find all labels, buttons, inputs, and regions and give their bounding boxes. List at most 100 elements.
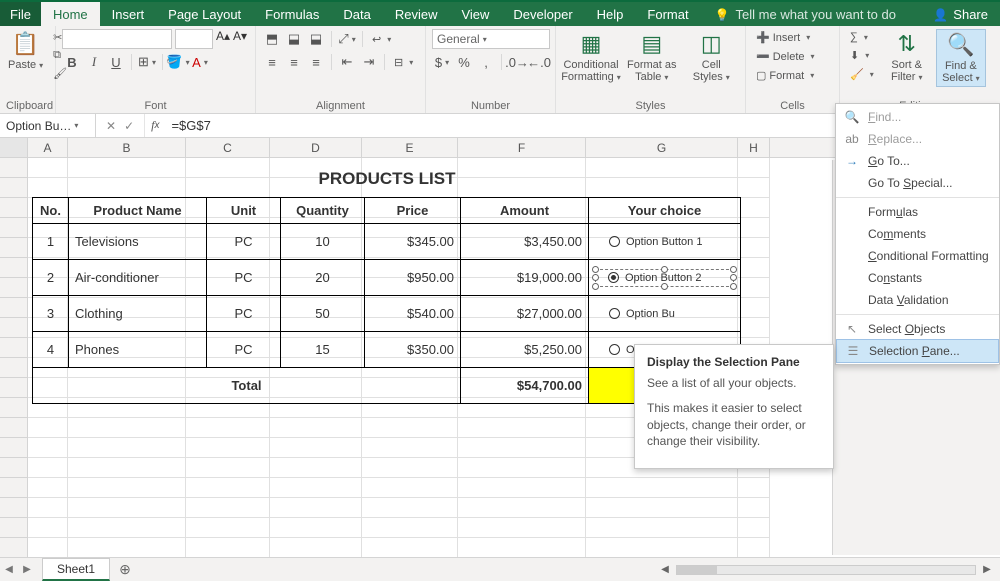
menu-find[interactable]: 🔍Find... bbox=[836, 106, 999, 128]
menu-formulas[interactable]: Formulas bbox=[836, 201, 999, 223]
col-header-D[interactable]: D bbox=[270, 138, 362, 157]
menu-goto-special[interactable]: Go To Special... bbox=[836, 172, 999, 194]
decrease-indent-button[interactable]: ⇤ bbox=[337, 52, 357, 72]
cell-qty[interactable]: 20 bbox=[281, 260, 365, 296]
format-cells-button[interactable]: ▢Format bbox=[752, 67, 819, 84]
cell-unit[interactable]: PC bbox=[207, 260, 281, 296]
cell-qty[interactable]: 15 bbox=[281, 332, 365, 368]
cell-qty[interactable]: 10 bbox=[281, 224, 365, 260]
sheet-nav-next[interactable]: ▶ bbox=[18, 564, 36, 575]
tab-home[interactable]: Home bbox=[41, 2, 100, 26]
add-sheet-button[interactable]: ⊕ bbox=[114, 561, 136, 578]
decrease-decimal-button[interactable]: ←.0 bbox=[529, 52, 549, 72]
paste-button[interactable]: 📋 Paste bbox=[6, 29, 45, 73]
cell-choice[interactable]: Option Button 1 bbox=[589, 224, 741, 260]
cell-no[interactable]: 3 bbox=[33, 296, 69, 332]
sort-filter-button[interactable]: ⇅ Sort &Filter bbox=[882, 29, 932, 85]
percent-button[interactable]: % bbox=[454, 52, 474, 72]
format-as-table-button[interactable]: ▤ Format asTable bbox=[624, 29, 680, 85]
font-color-button[interactable]: A bbox=[190, 52, 210, 72]
col-header-G[interactable]: G bbox=[586, 138, 738, 157]
fx-icon[interactable]: fx bbox=[145, 114, 165, 137]
underline-button[interactable]: U bbox=[106, 52, 126, 72]
wrap-text-button[interactable]: ↩ bbox=[368, 29, 395, 49]
italic-button[interactable]: I bbox=[84, 52, 104, 72]
align-middle-button[interactable]: ⬓ bbox=[284, 29, 304, 49]
insert-cells-button[interactable]: ➕Insert bbox=[752, 29, 819, 46]
border-button[interactable]: ⊞ bbox=[137, 52, 157, 72]
hscroll-track[interactable] bbox=[676, 565, 976, 575]
share-button[interactable]: Share bbox=[921, 2, 1000, 26]
autosum-button[interactable]: ∑ bbox=[846, 29, 878, 45]
tab-insert[interactable]: Insert bbox=[100, 2, 157, 26]
tab-file[interactable]: File bbox=[0, 2, 41, 26]
cell-unit[interactable]: PC bbox=[207, 224, 281, 260]
cell-styles-button[interactable]: ◫ CellStyles bbox=[684, 29, 740, 85]
font-name[interactable] bbox=[62, 29, 172, 49]
tab-data[interactable]: Data bbox=[331, 2, 382, 26]
orientation-button[interactable]: ⤢ bbox=[337, 29, 357, 49]
menu-select-objects[interactable]: ↖Select Objects bbox=[836, 318, 999, 340]
name-box[interactable]: Option Bu… bbox=[0, 114, 96, 137]
tab-help[interactable]: Help bbox=[585, 2, 636, 26]
cell-qty[interactable]: 50 bbox=[281, 296, 365, 332]
cell-choice[interactable]: Option Button 2 bbox=[589, 260, 741, 296]
cancel-formula-button[interactable]: ✕ bbox=[106, 119, 116, 133]
fill-button[interactable]: ⬇ bbox=[846, 47, 878, 64]
align-top-button[interactable]: ⬒ bbox=[262, 29, 282, 49]
cell-price[interactable]: $950.00 bbox=[365, 260, 461, 296]
cell-name[interactable]: Clothing bbox=[69, 296, 207, 332]
align-left-button[interactable]: ≡ bbox=[262, 52, 282, 72]
cell-no[interactable]: 4 bbox=[33, 332, 69, 368]
menu-data-validation[interactable]: Data Validation bbox=[836, 289, 999, 311]
comma-button[interactable]: , bbox=[476, 52, 496, 72]
option-button-2[interactable]: Option Button 2 bbox=[595, 269, 734, 287]
tab-formulas[interactable]: Formulas bbox=[253, 2, 331, 26]
cell-price[interactable]: $345.00 bbox=[365, 224, 461, 260]
col-header-H[interactable]: H bbox=[738, 138, 770, 157]
font-size[interactable] bbox=[175, 29, 213, 49]
cell-name[interactable]: Air-conditioner bbox=[69, 260, 207, 296]
cell-no[interactable]: 2 bbox=[33, 260, 69, 296]
menu-goto[interactable]: →Go To... bbox=[836, 150, 999, 172]
cell-unit[interactable]: PC bbox=[207, 332, 281, 368]
number-format[interactable]: General bbox=[432, 29, 550, 49]
tab-view[interactable]: View bbox=[449, 2, 501, 26]
tab-review[interactable]: Review bbox=[383, 2, 450, 26]
sheet-tab-1[interactable]: Sheet1 bbox=[42, 558, 110, 581]
delete-cells-button[interactable]: ➖Delete bbox=[752, 48, 819, 65]
fill-color-button[interactable]: 🪣 bbox=[168, 52, 188, 72]
menu-selection-pane[interactable]: ☰Selection Pane... bbox=[836, 339, 999, 363]
align-center-button[interactable]: ≡ bbox=[284, 52, 304, 72]
cell-name[interactable]: Televisions bbox=[69, 224, 207, 260]
col-header-A[interactable]: A bbox=[28, 138, 68, 157]
increase-font-button[interactable]: A▴ bbox=[216, 29, 230, 49]
menu-comments[interactable]: Comments bbox=[836, 223, 999, 245]
col-header-E[interactable]: E bbox=[362, 138, 458, 157]
tell-me[interactable]: Tell me what you want to do bbox=[701, 2, 910, 26]
hscroll-thumb[interactable] bbox=[677, 566, 717, 574]
clear-button[interactable]: 🧹 bbox=[846, 66, 878, 83]
hscroll-right[interactable]: ▶ bbox=[980, 564, 994, 575]
find-select-button[interactable]: 🔍 Find &Select bbox=[936, 29, 986, 87]
cell-amount[interactable]: $5,250.00 bbox=[461, 332, 589, 368]
menu-replace[interactable]: abReplace... bbox=[836, 128, 999, 150]
sheet-nav-prev[interactable]: ◀ bbox=[0, 564, 18, 575]
cell-price[interactable]: $350.00 bbox=[365, 332, 461, 368]
conditional-formatting-button[interactable]: ▦ ConditionalFormatting bbox=[562, 29, 620, 85]
tab-format[interactable]: Format bbox=[635, 2, 700, 26]
accept-formula-button[interactable]: ✓ bbox=[124, 119, 134, 133]
cell-unit[interactable]: PC bbox=[207, 296, 281, 332]
option-button-1[interactable]: Option Button 1 bbox=[595, 236, 734, 248]
cell-amount[interactable]: $19,000.00 bbox=[461, 260, 589, 296]
col-header-C[interactable]: C bbox=[186, 138, 270, 157]
tab-developer[interactable]: Developer bbox=[501, 2, 584, 26]
col-header-B[interactable]: B bbox=[68, 138, 186, 157]
align-right-button[interactable]: ≡ bbox=[306, 52, 326, 72]
cell-name[interactable]: Phones bbox=[69, 332, 207, 368]
align-bottom-button[interactable]: ⬓ bbox=[306, 29, 326, 49]
accounting-button[interactable]: $ bbox=[432, 52, 452, 72]
option-button-3[interactable]: Option Bu bbox=[595, 308, 734, 320]
menu-constants[interactable]: Constants bbox=[836, 267, 999, 289]
hscroll-left[interactable]: ◀ bbox=[658, 564, 672, 575]
